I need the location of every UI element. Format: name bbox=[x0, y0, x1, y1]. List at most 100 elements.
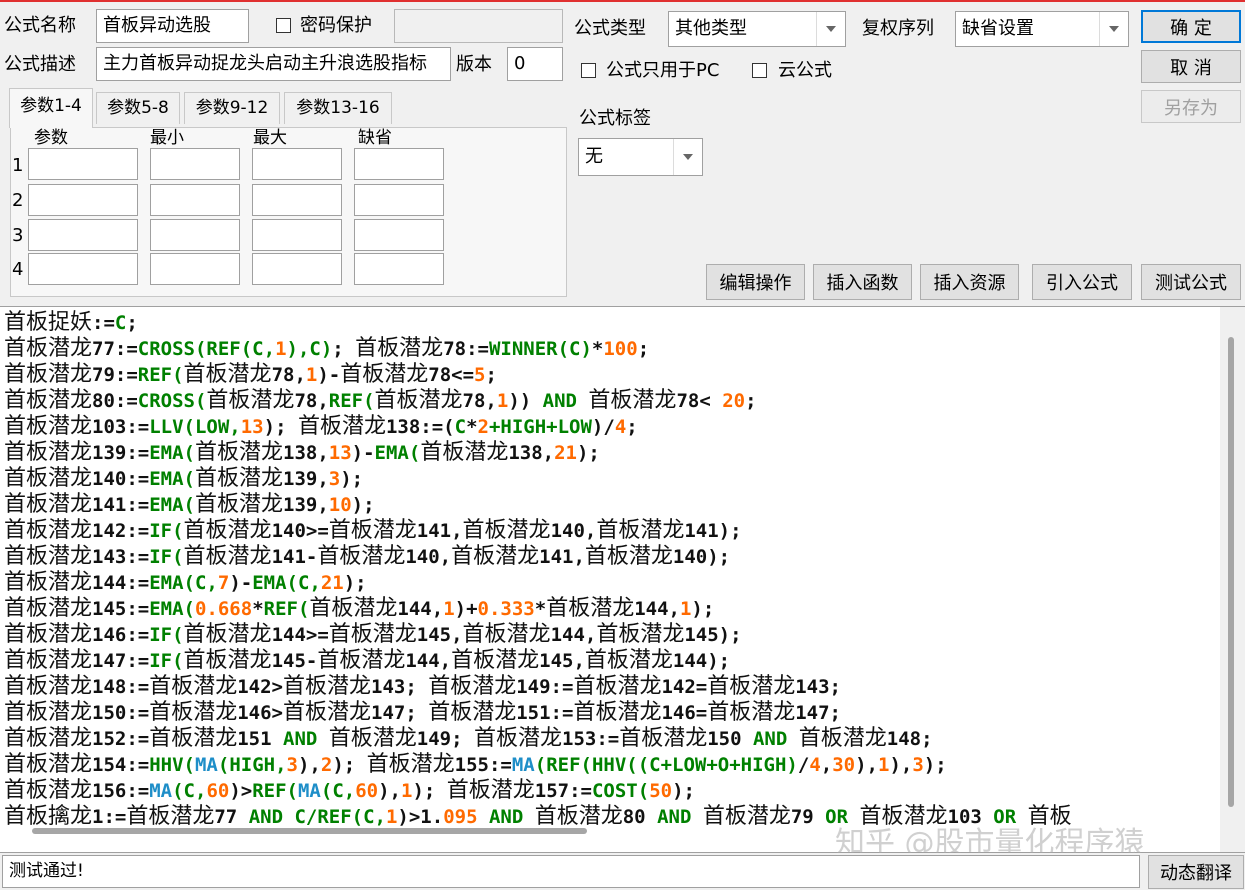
param-4-name-input[interactable] bbox=[28, 253, 138, 285]
pc-only-checkbox[interactable] bbox=[581, 63, 596, 78]
formula-tag-select[interactable]: 无 bbox=[578, 138, 703, 176]
vertical-scrollbar[interactable] bbox=[1220, 307, 1245, 852]
param-3-default-input[interactable] bbox=[354, 219, 444, 251]
code-token: 147; bbox=[795, 702, 841, 724]
code-token: 首板潜龙 bbox=[340, 362, 429, 387]
code-line[interactable]: 首板潜龙103:=LLV(LOW,13); 首板潜龙138:=(C*2+HIGH… bbox=[4, 414, 1216, 440]
code-line[interactable]: 首板潜龙143:=IF(首板潜龙141-首板潜龙140,首板潜龙141,首板潜龙… bbox=[4, 544, 1216, 570]
scrollbar-thumb[interactable] bbox=[1228, 337, 1234, 807]
pc-only-label: 公式只用于PC bbox=[606, 60, 720, 81]
formula-type-value: 其他类型 bbox=[675, 18, 747, 39]
param-header-name: 参数 bbox=[34, 128, 68, 148]
code-token: ; bbox=[126, 312, 138, 334]
code-line[interactable]: 首板捉妖:=C; bbox=[4, 310, 1216, 336]
code-token: C bbox=[454, 416, 467, 438]
code-token: 60 bbox=[206, 780, 230, 802]
code-token: 首板潜龙 bbox=[4, 570, 93, 595]
code-line[interactable]: 首板潜龙146:=IF(首板潜龙144>=首板潜龙145,首板潜龙144,首板潜… bbox=[4, 622, 1216, 648]
code-token: 1 bbox=[496, 390, 509, 412]
code-token: 142= bbox=[661, 676, 708, 698]
code-token: 146:= bbox=[92, 624, 150, 646]
param-1-max-input[interactable] bbox=[252, 148, 342, 180]
param-1-min-input[interactable] bbox=[150, 148, 240, 180]
formula-code-editor[interactable]: 首板捉妖:=C; 首板潜龙77:=CROSS(REF(C,1),C); 首板潜龙7… bbox=[0, 306, 1245, 853]
code-line[interactable]: 首板潜龙140:=EMA(首板潜龙139,3); bbox=[4, 466, 1216, 492]
code-token: ; bbox=[637, 338, 650, 360]
edit-ops-button[interactable]: 编辑操作 bbox=[706, 264, 805, 300]
cloud-formula-checkbox[interactable] bbox=[752, 63, 767, 78]
code-token: := bbox=[92, 312, 115, 334]
chevron-down-icon[interactable] bbox=[673, 139, 702, 175]
code-token: (HIGH, bbox=[217, 754, 287, 776]
test-formula-button[interactable]: 测试公式 bbox=[1141, 264, 1241, 300]
code-line[interactable]: 首板潜龙147:=IF(首板潜龙145-首板潜龙144,首板潜龙145,首板潜龙… bbox=[4, 648, 1216, 674]
code-token: 首板潜龙 bbox=[283, 674, 372, 699]
dynamic-translate-button[interactable]: 动态翻译 bbox=[1148, 855, 1244, 889]
code-line[interactable]: 首板潜龙150:=首板潜龙146>首板潜龙147; 首板潜龙151:=首板潜龙1… bbox=[4, 700, 1216, 726]
code-token: 首板潜龙 bbox=[355, 336, 444, 361]
tab-params-5-8[interactable]: 参数5-8 bbox=[96, 92, 180, 124]
tab-params-9-12[interactable]: 参数9-12 bbox=[184, 92, 280, 124]
param-2-name-input[interactable] bbox=[28, 184, 138, 216]
chevron-down-icon[interactable] bbox=[816, 12, 845, 46]
import-formula-button[interactable]: 引入公式 bbox=[1032, 264, 1132, 300]
param-2-default-input[interactable] bbox=[354, 184, 444, 216]
save-as-button[interactable]: 另存为 bbox=[1141, 90, 1241, 123]
tab-params-13-16[interactable]: 参数13-16 bbox=[284, 92, 392, 124]
code-token: )) bbox=[508, 390, 532, 412]
code-token: )/ bbox=[591, 416, 615, 438]
code-token: CROSS(REF(C, bbox=[137, 338, 276, 360]
chevron-down-icon[interactable] bbox=[1099, 12, 1128, 46]
formula-type-select[interactable]: 其他类型 bbox=[668, 11, 846, 47]
param-1-default-input[interactable] bbox=[354, 148, 444, 180]
formula-code-text[interactable]: 首板捉妖:=C; 首板潜龙77:=CROSS(REF(C,1),C); 首板潜龙7… bbox=[4, 310, 1216, 830]
password-checkbox[interactable] bbox=[276, 18, 291, 33]
code-token: 103:= bbox=[92, 416, 150, 438]
param-3-min-input[interactable] bbox=[150, 219, 240, 251]
insert-function-button[interactable]: 插入函数 bbox=[813, 264, 912, 300]
code-token: 首板潜龙 bbox=[4, 752, 93, 777]
code-line[interactable]: 首板潜龙152:=首板潜龙151 AND 首板潜龙149; 首板潜龙153:=首… bbox=[4, 726, 1216, 752]
code-line[interactable]: 首板潜龙77:=CROSS(REF(C,1),C); 首板潜龙78:=WINNE… bbox=[4, 336, 1216, 362]
param-4-default-input[interactable] bbox=[354, 253, 444, 285]
param-4-max-input[interactable] bbox=[252, 253, 342, 285]
param-1-name-input[interactable] bbox=[28, 148, 138, 180]
param-3-name-input[interactable] bbox=[28, 219, 138, 251]
code-line[interactable]: 首板潜龙141:=EMA(首板潜龙139,10); bbox=[4, 492, 1216, 518]
code-line[interactable]: 首板潜龙154:=HHV(MA(HIGH,3),2); 首板潜龙155:=MA(… bbox=[4, 752, 1216, 778]
code-line[interactable]: 首板潜龙139:=EMA(首板潜龙138,13)-EMA(首板潜龙138,21)… bbox=[4, 440, 1216, 466]
formula-desc-input[interactable]: 主力首板异动捉龙头启动主升浪选股指标 bbox=[96, 47, 451, 81]
code-token: 78< bbox=[676, 390, 723, 412]
code-token: 144:= bbox=[92, 572, 150, 594]
code-token: AND bbox=[271, 728, 329, 750]
code-token: 首板潜龙 bbox=[183, 518, 272, 543]
code-token: )- bbox=[317, 364, 341, 386]
horizontal-scrollbar-thumb[interactable] bbox=[32, 828, 587, 834]
ok-button[interactable]: 确 定 bbox=[1141, 10, 1241, 43]
code-token: 首板捉妖 bbox=[4, 310, 93, 335]
code-line[interactable]: 首板潜龙80:=CROSS(首板潜龙78,REF(首板潜龙78,1)) AND … bbox=[4, 388, 1216, 414]
code-token: 138:=( bbox=[385, 416, 455, 438]
code-token: 144); bbox=[672, 650, 731, 672]
code-line[interactable]: 首板潜龙156:=MA(C,60)>REF(MA(C,60),1); 首板潜龙1… bbox=[4, 778, 1216, 804]
code-token: 144, bbox=[397, 598, 444, 620]
param-3-max-input[interactable] bbox=[252, 219, 342, 251]
code-token: AND bbox=[531, 390, 589, 412]
version-input[interactable]: 0 bbox=[507, 47, 563, 81]
param-2-min-input[interactable] bbox=[150, 184, 240, 216]
insert-resource-button[interactable]: 插入资源 bbox=[920, 264, 1019, 300]
param-4-min-input[interactable] bbox=[150, 253, 240, 285]
cancel-button[interactable]: 取 消 bbox=[1141, 50, 1241, 83]
code-line[interactable]: 首板潜龙145:=EMA(0.668*REF(首板潜龙144,1)+0.333*… bbox=[4, 596, 1216, 622]
code-token: REF( bbox=[137, 364, 184, 386]
code-line[interactable]: 首板潜龙79:=REF(首板潜龙78,1)-首板潜龙78<=5; bbox=[4, 362, 1216, 388]
code-token: 首板潜龙 bbox=[309, 596, 398, 621]
code-line[interactable]: 首板潜龙148:=首板潜龙142>首板潜龙143; 首板潜龙149:=首板潜龙1… bbox=[4, 674, 1216, 700]
formula-name-input[interactable]: 首板异动选股 bbox=[96, 9, 249, 43]
password-input[interactable] bbox=[394, 9, 563, 43]
param-2-max-input[interactable] bbox=[252, 184, 342, 216]
tab-params-1-4[interactable]: 参数1-4 bbox=[9, 88, 93, 128]
code-line[interactable]: 首板潜龙144:=EMA(C,7)-EMA(C,21); bbox=[4, 570, 1216, 596]
rights-series-select[interactable]: 缺省设置 bbox=[955, 11, 1129, 47]
code-line[interactable]: 首板潜龙142:=IF(首板潜龙140>=首板潜龙141,首板潜龙140,首板潜… bbox=[4, 518, 1216, 544]
